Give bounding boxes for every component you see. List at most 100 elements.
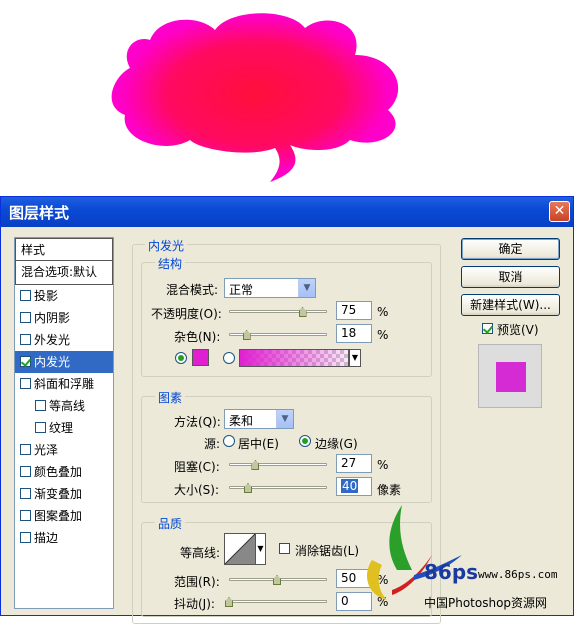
style-list-item[interactable]: 描边 (15, 527, 113, 549)
method-label: 方法(Q): (174, 415, 221, 429)
new-style-button[interactable]: 新建样式(W)... (461, 294, 560, 316)
style-checkbox[interactable] (20, 334, 31, 345)
preview-checkbox[interactable] (482, 323, 493, 334)
gradient-picker[interactable] (239, 349, 349, 367)
opacity-unit: % (377, 305, 389, 319)
style-checkbox[interactable] (20, 466, 31, 477)
close-button[interactable]: ✕ (549, 201, 570, 222)
opacity-slider[interactable] (229, 310, 327, 313)
opacity-input[interactable]: 75 (336, 301, 372, 320)
speech-bubble-shape (111, 13, 399, 183)
noise-unit: % (377, 328, 389, 342)
style-list-item[interactable]: 外发光 (15, 329, 113, 351)
ok-button[interactable]: 确定 (461, 238, 560, 260)
style-checkbox[interactable] (20, 532, 31, 543)
style-list-item[interactable]: 纹理 (15, 417, 113, 439)
size-input[interactable]: 40 (336, 477, 372, 496)
chevron-down-icon: ▼ (276, 410, 293, 428)
solid-color-radio[interactable] (175, 352, 187, 364)
source-edge-radio[interactable] (299, 435, 311, 447)
style-list: 样式 混合选项:默认 投影内阴影外发光内发光斜面和浮雕等高线纹理光泽颜色叠加渐变… (14, 237, 114, 609)
style-checkbox[interactable] (20, 356, 31, 367)
size-input-selected-text: 40 (341, 479, 359, 493)
style-item-label: 外发光 (34, 333, 71, 347)
logo-site-name: 中国Photoshop资源网 (424, 596, 548, 610)
glow-color-swatch[interactable] (192, 349, 209, 366)
noise-label: 杂色(N): (174, 330, 221, 344)
style-list-item[interactable]: 斜面和浮雕 (15, 373, 113, 395)
style-item-label: 斜面和浮雕 (34, 377, 95, 391)
contour-label: 等高线: (180, 546, 221, 560)
style-item-label: 纹理 (49, 421, 74, 435)
style-list-item[interactable]: 投影 (15, 285, 113, 307)
method-select[interactable]: 柔和 ▼ (224, 409, 294, 429)
size-unit: 像素 (377, 483, 402, 497)
style-checkbox[interactable] (20, 510, 31, 521)
source-label: 源: (204, 437, 221, 451)
structure-title: 结构 (155, 255, 186, 272)
style-preview (478, 344, 542, 408)
style-checkbox[interactable] (20, 488, 31, 499)
style-item-label: 颜色叠加 (34, 465, 83, 479)
elements-title: 图素 (155, 389, 186, 406)
style-checkbox[interactable] (35, 400, 46, 411)
dialog-title: 图层样式 (1, 197, 573, 227)
quality-title: 品质 (155, 515, 186, 532)
style-item-label: 光泽 (34, 443, 59, 457)
blend-mode-select[interactable]: 正常 ▼ (224, 278, 316, 298)
style-list-item[interactable]: 图案叠加 (15, 505, 113, 527)
inner-glow-title: 内发光 (145, 237, 188, 254)
style-checkbox[interactable] (35, 422, 46, 433)
opacity-label: 不透明度(O): (151, 307, 222, 321)
chevron-down-icon: ▼ (298, 279, 315, 297)
style-checkbox[interactable] (20, 312, 31, 323)
preview-label[interactable]: 预览(V) (497, 321, 539, 338)
cancel-button[interactable]: 取消 (461, 266, 560, 288)
size-slider[interactable] (229, 486, 327, 489)
jitter-slider[interactable] (229, 600, 327, 603)
gradient-radio[interactable] (223, 352, 235, 364)
watermark-logo: 86ps www.86ps.com 中国Photoshop资源网 (352, 500, 574, 616)
style-item-label: 图案叠加 (34, 509, 83, 523)
blend-options-item[interactable]: 混合选项:默认 (15, 261, 113, 285)
source-edge-label[interactable]: 边缘(G) (315, 435, 358, 452)
contour-picker[interactable] (224, 533, 256, 565)
anti-alias-label[interactable]: 消除锯齿(L) (295, 542, 359, 559)
choke-slider[interactable] (229, 463, 327, 466)
size-label: 大小(S): (174, 483, 220, 497)
contour-curve-icon (224, 533, 256, 565)
style-list-item[interactable]: 光泽 (15, 439, 113, 461)
style-item-label: 投影 (34, 289, 59, 303)
style-list-item[interactable]: 等高线 (15, 395, 113, 417)
style-item-label: 描边 (34, 531, 59, 545)
logo-url: www.86ps.com (478, 568, 558, 581)
document-canvas (0, 0, 574, 196)
styles-header[interactable]: 样式 (15, 238, 113, 261)
style-item-label: 内阴影 (34, 311, 71, 325)
choke-unit: % (377, 458, 389, 472)
style-item-label: 渐变叠加 (34, 487, 83, 501)
style-checkbox[interactable] (20, 378, 31, 389)
anti-alias-checkbox[interactable] (279, 543, 290, 554)
style-list-item[interactable]: 渐变叠加 (15, 483, 113, 505)
logo-text: 86ps (424, 560, 479, 584)
contour-dropdown-icon[interactable]: ▼ (256, 533, 266, 565)
blend-mode-label: 混合模式: (166, 283, 219, 297)
style-item-label: 内发光 (34, 355, 71, 369)
preview-swatch (496, 362, 526, 392)
range-label: 范围(R): (174, 575, 220, 589)
gradient-dropdown-icon[interactable]: ▼ (349, 349, 361, 367)
style-checkbox[interactable] (20, 444, 31, 455)
style-item-label: 等高线 (49, 399, 86, 413)
noise-input[interactable]: 18 (336, 324, 372, 343)
style-list-item[interactable]: 颜色叠加 (15, 461, 113, 483)
choke-input[interactable]: 27 (336, 454, 372, 473)
source-center-label[interactable]: 居中(E) (238, 435, 279, 452)
style-checkbox[interactable] (20, 290, 31, 301)
choke-label: 阻塞(C): (174, 460, 220, 474)
style-list-item[interactable]: 内发光 (15, 351, 113, 373)
blend-mode-value: 正常 (229, 283, 254, 297)
method-value: 柔和 (229, 414, 254, 428)
style-list-item[interactable]: 内阴影 (15, 307, 113, 329)
source-center-radio[interactable] (223, 435, 235, 447)
